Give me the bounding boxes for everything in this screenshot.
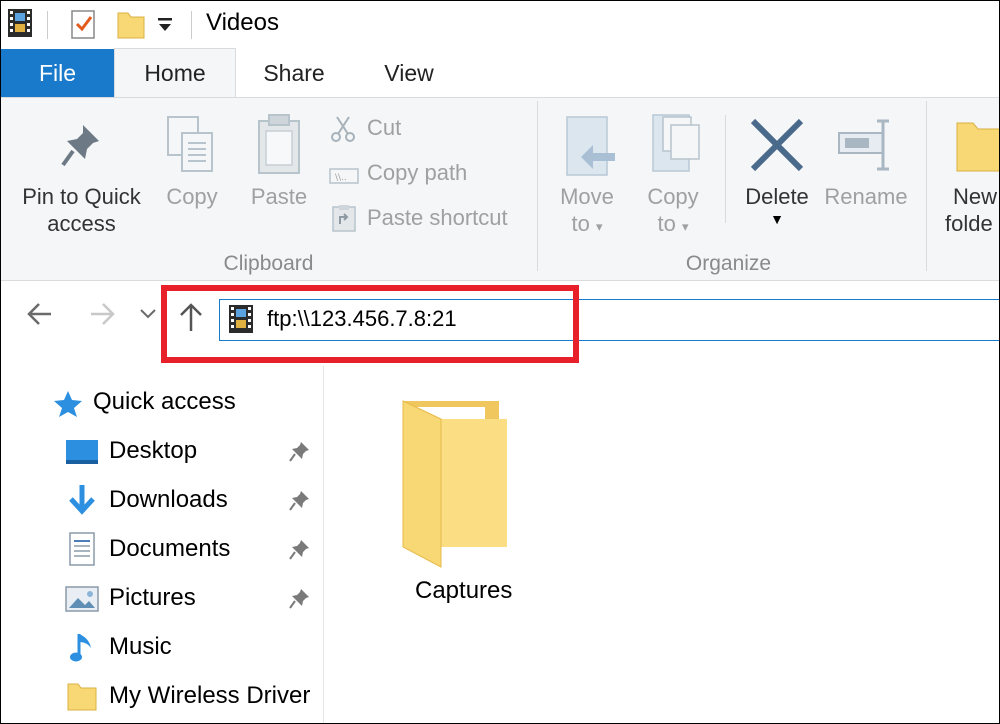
quick-access-label: Quick access — [93, 388, 236, 415]
paste-button[interactable]: Paste — [241, 111, 317, 221]
nav-item-my-wireless-driver[interactable]: My Wireless Driver — [1, 673, 323, 721]
nav-label-documents: Documents — [109, 535, 231, 562]
move-to-icon — [563, 115, 617, 182]
pin-icon[interactable] — [289, 489, 311, 517]
paste-shortcut-button[interactable]: Paste shortcut — [329, 203, 529, 233]
delete-x-icon — [749, 117, 805, 178]
new-folder-label-2: folde — [945, 211, 993, 236]
move-to-label-2: to ▾ — [571, 211, 603, 236]
group-divider — [537, 101, 538, 271]
customize-qat-icon[interactable] — [157, 13, 173, 40]
move-to-button[interactable]: Move to ▾ — [551, 111, 623, 241]
downloads-arrow-icon — [67, 483, 97, 522]
nav-item-downloads[interactable]: Downloads — [1, 477, 323, 525]
video-folder-icon — [7, 8, 33, 43]
nav-label-pictures: Pictures — [109, 584, 196, 611]
new-folder-qat-icon[interactable] — [117, 9, 145, 44]
copy-label: Copy — [166, 184, 218, 209]
copy-to-label-2: to ▾ — [657, 211, 689, 236]
cut-label: Cut — [367, 115, 402, 140]
nav-quick-access[interactable]: Quick access — [1, 379, 323, 427]
pin-icon[interactable] — [289, 587, 311, 615]
scissors-icon — [329, 115, 357, 151]
paste-icon — [255, 113, 303, 180]
nav-label-desktop: Desktop — [109, 437, 198, 464]
rename-icon — [837, 117, 897, 178]
copy-button[interactable]: Copy — [156, 111, 228, 221]
nav-item-desktop[interactable]: Desktop — [1, 428, 323, 476]
nav-label-downloads: Downloads — [109, 486, 228, 513]
new-folder-label-1: New — [953, 184, 998, 209]
title-bar: Videos — [1, 1, 999, 47]
documents-icon — [69, 532, 95, 571]
pictures-icon — [65, 585, 99, 618]
nav-item-documents[interactable]: Documents — [1, 526, 323, 574]
copy-to-button[interactable]: Copy to ▾ — [637, 111, 709, 241]
cut-button[interactable]: Cut — [329, 113, 529, 143]
rename-button[interactable]: Rename — [821, 111, 911, 221]
folder-icon — [955, 117, 999, 178]
copy-path-button[interactable]: \\.. Copy path — [329, 158, 529, 188]
paste-shortcut-label: Paste shortcut — [367, 205, 508, 230]
new-folder-button[interactable]: New folde — [941, 111, 999, 241]
copy-icon — [166, 115, 218, 180]
tab-home[interactable]: Home — [114, 48, 236, 99]
nav-item-music[interactable]: Music — [1, 624, 323, 672]
tab-share[interactable]: Share — [244, 49, 344, 97]
desktop-icon — [65, 438, 99, 471]
folder-icon — [67, 681, 97, 716]
svg-text:\\..: \\.. — [335, 173, 347, 183]
delete-dropdown-icon[interactable]: ▼ — [737, 211, 817, 227]
tab-view[interactable]: View — [359, 49, 459, 97]
nav-label-my-wireless-driver: My Wireless Driver — [109, 682, 311, 709]
folder-label: Captures — [415, 577, 513, 604]
pin-label-2: access — [47, 211, 116, 236]
move-to-label-1: Move — [560, 184, 614, 209]
window-title: Videos — [206, 9, 279, 36]
delete-label: Delete — [745, 184, 809, 209]
quick-access-star-icon — [53, 389, 83, 424]
pin-to-quick-access-button[interactable]: Pin to Quick access — [9, 111, 154, 241]
tab-file[interactable]: File — [1, 49, 114, 97]
pane-splitter[interactable] — [323, 366, 324, 723]
recent-locations-chevron-icon[interactable] — [139, 307, 157, 326]
properties-icon[interactable] — [71, 8, 97, 45]
back-arrow-icon[interactable] — [25, 299, 55, 337]
copy-path-icon: \\.. — [329, 164, 359, 194]
rename-label: Rename — [824, 184, 908, 209]
pin-icon[interactable] — [289, 440, 311, 468]
organize-group-label: Organize — [685, 252, 772, 275]
copy-path-label: Copy path — [367, 160, 468, 185]
forward-arrow-icon[interactable] — [87, 299, 117, 337]
explorer-window: Videos File Home Share View Pin to Quick… — [0, 0, 1000, 724]
copy-to-icon — [649, 113, 703, 180]
clipboard-group-label: Clipboard — [223, 252, 314, 275]
delete-button[interactable]: Delete ▼ — [737, 111, 817, 241]
copy-to-label-1: Copy — [647, 184, 699, 209]
music-note-icon — [69, 630, 95, 669]
annotation-highlight-box — [161, 285, 579, 363]
large-folder-icon — [395, 397, 515, 574]
pin-icon[interactable] — [289, 538, 311, 566]
paste-label: Paste — [250, 184, 308, 209]
pin-label-1: Pin to Quick — [22, 184, 141, 209]
nav-label-music: Music — [109, 633, 172, 660]
group-divider-2 — [926, 101, 927, 271]
organize-divider — [725, 115, 726, 223]
folder-item[interactable]: Captures — [381, 391, 551, 621]
nav-item-pictures[interactable]: Pictures — [1, 575, 323, 623]
pin-icon — [59, 119, 105, 176]
paste-shortcut-icon — [331, 204, 357, 240]
